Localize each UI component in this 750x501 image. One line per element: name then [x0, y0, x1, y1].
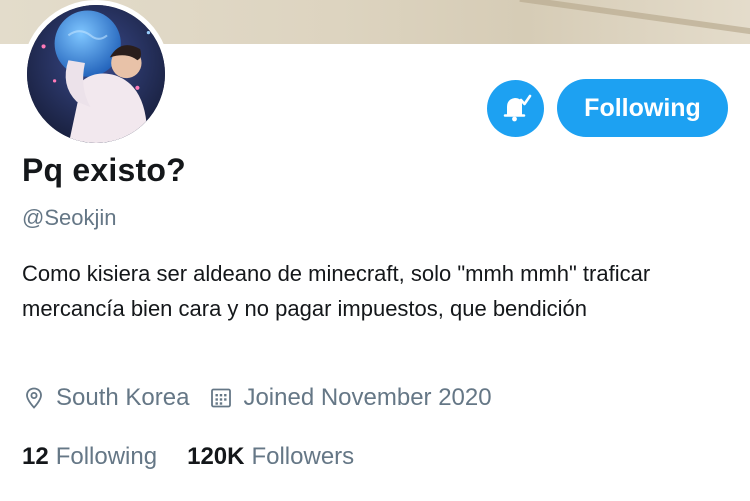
location-item: South Korea: [22, 384, 189, 412]
map-pin-icon: [26, 387, 42, 409]
location-text: South Korea: [56, 384, 190, 411]
followers-label: Followers: [251, 443, 355, 470]
display-name: Pq existo?: [22, 152, 186, 188]
following-label: Following: [55, 443, 158, 470]
joined-text: Joined November 2020: [243, 384, 492, 411]
following-count: 12: [22, 443, 49, 470]
bell-check-icon: [503, 94, 531, 121]
followers-count: 120K: [187, 443, 245, 470]
following-stat-link[interactable]: 12 Following: [22, 443, 157, 471]
calendar-icon: [211, 388, 232, 408]
followers-stat-link[interactable]: 120K Followers: [187, 443, 354, 471]
user-handle: @Seokjin: [22, 205, 117, 230]
avatar-image: [27, 5, 165, 143]
banner-decoration: [519, 0, 750, 38]
avatar[interactable]: [22, 0, 170, 148]
profile-meta: South Korea Joined November 2020: [22, 380, 492, 416]
joined-item: Joined November 2020: [209, 384, 492, 412]
profile-stats: 12 Following 120K Followers: [22, 440, 354, 474]
notifications-bell-button[interactable]: [487, 80, 544, 137]
following-button[interactable]: Following: [557, 79, 728, 137]
profile-bio: Como kisiera ser aldeano de minecraft, s…: [22, 261, 651, 321]
